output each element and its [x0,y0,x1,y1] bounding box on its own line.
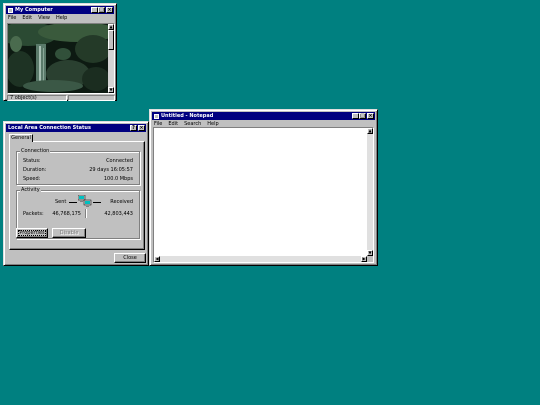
menu-help[interactable]: Help [55,15,68,22]
speed-value: 100.0 Mbps [103,176,133,182]
packets-divider [85,209,86,218]
menu-edit[interactable]: Edit [21,15,33,22]
close-button[interactable]: × [106,7,113,13]
help-button[interactable]: ? [130,125,137,131]
my-computer-window[interactable]: My Computer _ □ × File Edit View Help ▲ … [3,3,117,101]
duration-label: Duration: [23,167,47,173]
computer-icon [8,7,13,13]
tab-general[interactable]: General [9,134,33,142]
packets-sent-value: 46,768,175 [52,211,81,217]
status-value: Connected [106,158,133,164]
connection-group: Connection Status: Connected Duration: 2… [16,148,140,185]
speed-label: Speed: [23,176,41,182]
scroll-left-button[interactable]: ◀ [154,256,160,262]
minimize-button[interactable]: _ [352,113,359,119]
close-dialog-button[interactable]: Close [114,253,146,263]
vertical-scrollbar[interactable]: ▲ ▼ [367,128,373,256]
waterfall-background-image [8,24,108,93]
packets-received-value: 42,803,443 [104,211,133,217]
status-label: Status: [23,158,41,164]
my-computer-titlebar[interactable]: My Computer _ □ × [6,6,114,14]
duration-value: 29 days 16:05:57 [89,167,133,173]
close-button[interactable]: × [138,125,145,131]
status-bar: 7 object(s) [7,95,67,101]
network-computers-icon [78,195,92,207]
size-grip[interactable] [367,256,373,262]
vertical-scrollbar[interactable]: ▲ ▼ [108,24,114,93]
status-text: 7 object(s) [10,95,37,101]
folder-view[interactable]: ▲ ▼ [7,23,115,94]
dialog-title: Local Area Connection Status [8,125,91,131]
scroll-thumb[interactable] [108,30,114,50]
scroll-up-button[interactable]: ▲ [367,128,373,134]
properties-button[interactable]: Properties [16,228,48,238]
menu-view[interactable]: View [37,15,51,22]
tab-label: General [11,135,31,141]
text-area[interactable]: ▲ ▼ ◀ ▶ [153,127,374,263]
dialog-titlebar[interactable]: Local Area Connection Status ? × [6,124,146,132]
minimize-button[interactable]: _ [91,7,98,13]
notepad-titlebar[interactable]: Untitled - Notepad _ □ × [152,112,375,120]
sent-line [69,202,77,203]
received-label: Received [110,199,133,205]
packets-label: Packets: [23,211,44,217]
activity-group-label: Activity [20,187,41,194]
maximize-button[interactable]: □ [98,7,105,13]
connection-status-dialog[interactable]: Local Area Connection Status ? × General… [3,121,149,266]
close-button[interactable]: × [367,113,374,119]
menu-bar: File Edit View Help [7,15,68,22]
notepad-window[interactable]: Untitled - Notepad _ □ × File Edit Searc… [149,109,378,266]
window-title: My Computer [15,7,53,13]
received-line [93,202,101,203]
status-bar-panel [68,95,115,101]
connection-group-label: Connection [20,148,51,155]
horizontal-scrollbar[interactable]: ◀ ▶ [154,256,367,262]
disable-button[interactable]: Disable [52,228,86,238]
window-title: Untitled - Notepad [161,113,214,119]
notepad-icon [154,113,159,119]
tab-panel: Connection Status: Connected Duration: 2… [9,141,145,250]
menu-file[interactable]: File [7,15,17,22]
sent-label: Sent [55,199,67,205]
maximize-button[interactable]: □ [359,113,366,119]
scroll-down-button[interactable]: ▼ [108,87,114,93]
